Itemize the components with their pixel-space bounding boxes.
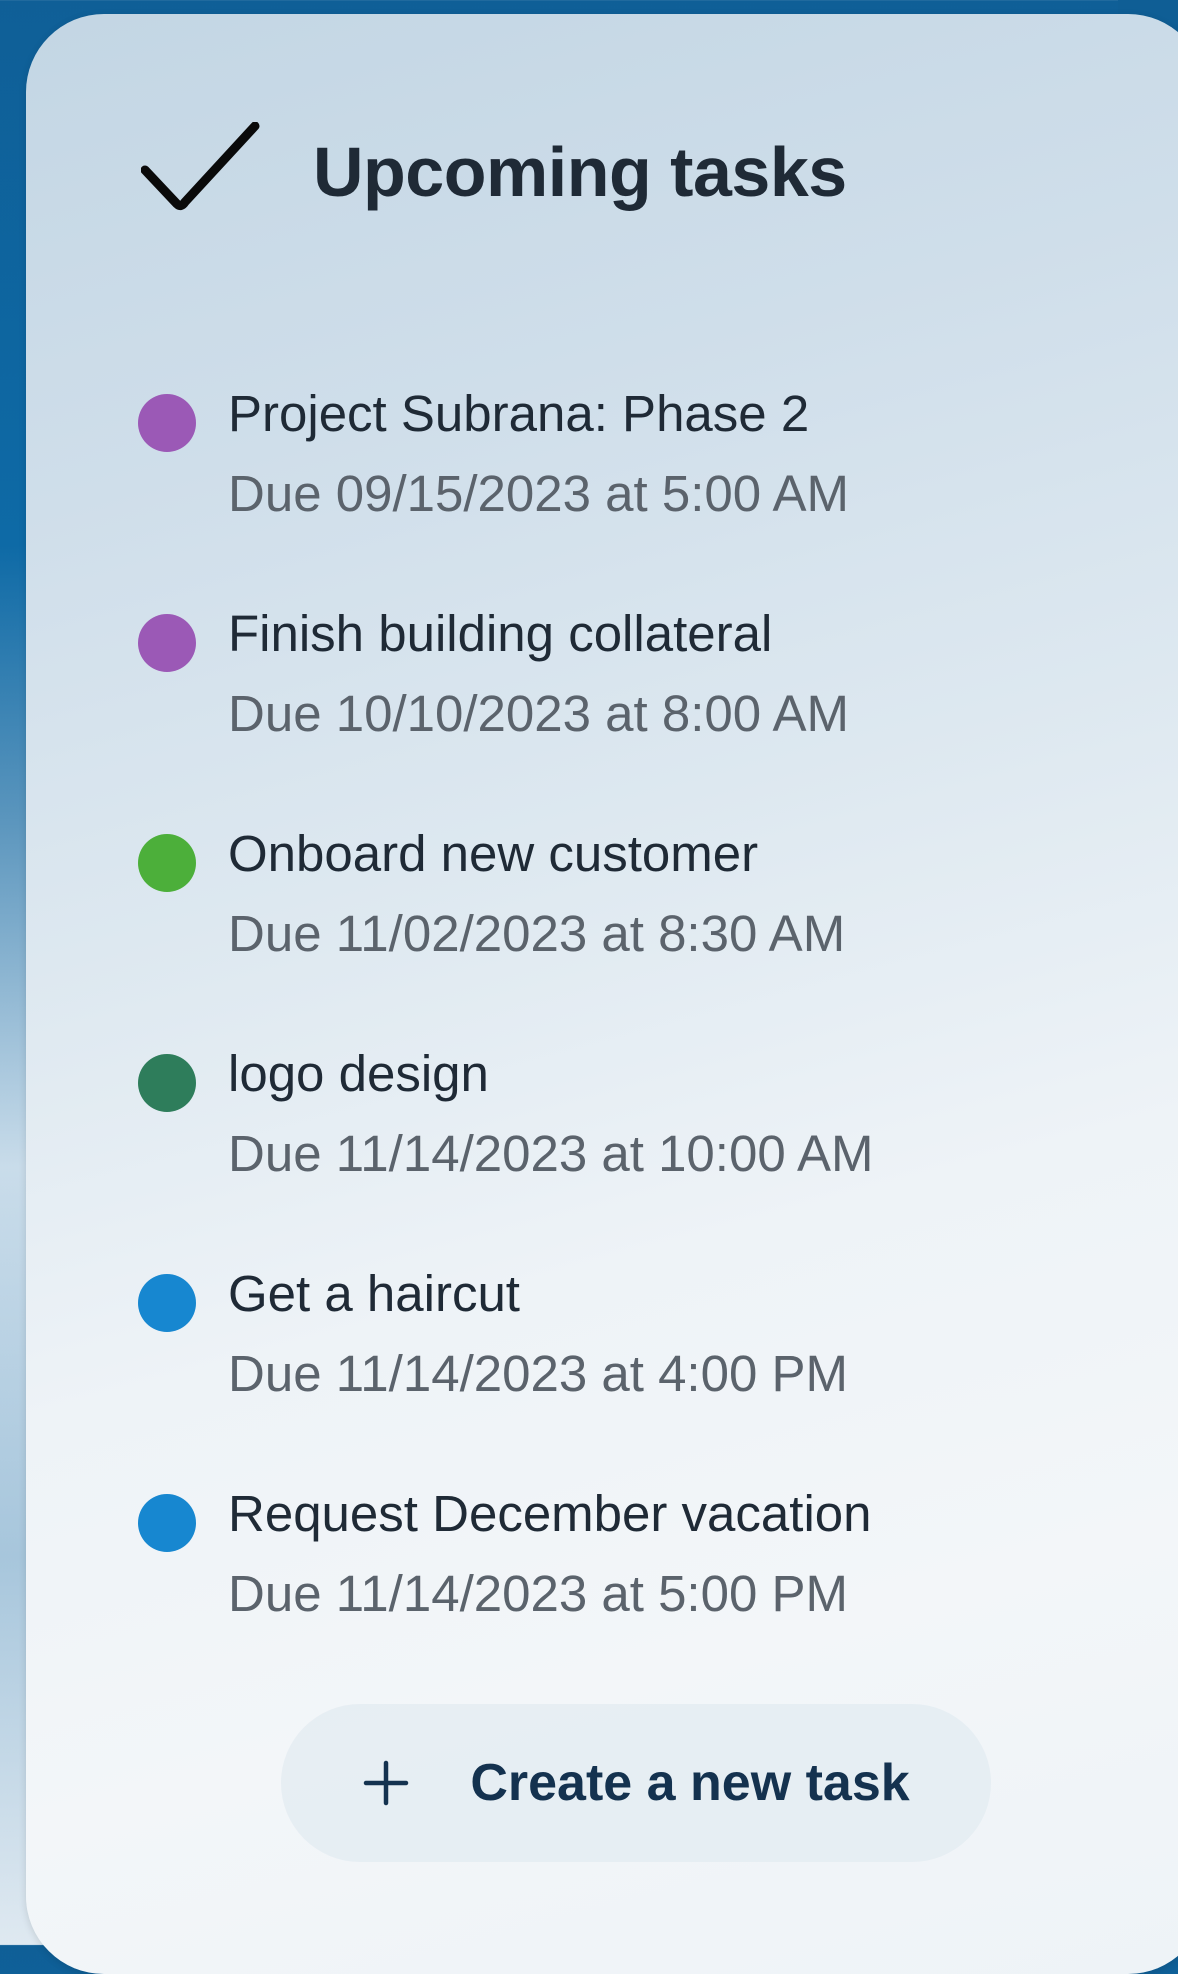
task-due-date: Due 10/10/2023 at 8:00 AM xyxy=(228,685,849,742)
task-color-dot xyxy=(138,834,196,892)
task-due-date: Due 11/14/2023 at 4:00 PM xyxy=(228,1345,848,1402)
task-item[interactable]: Finish building collateral Due 10/10/202… xyxy=(138,605,1058,826)
task-name: Onboard new customer xyxy=(228,825,759,882)
task-name: Request December vacation xyxy=(228,1485,872,1542)
task-color-dot xyxy=(138,1274,196,1332)
task-name: Finish building collateral xyxy=(228,605,773,662)
widget-title: Upcoming tasks xyxy=(313,133,847,211)
create-new-task-button[interactable]: Create a new task xyxy=(281,1704,991,1862)
task-due-date: Due 11/14/2023 at 5:00 PM xyxy=(228,1565,848,1622)
task-color-dot xyxy=(138,1494,196,1552)
task-due-date: Due 11/02/2023 at 8:30 AM xyxy=(228,905,846,962)
widget-header: Upcoming tasks xyxy=(141,122,847,222)
checkmark-icon xyxy=(141,122,260,211)
task-color-dot xyxy=(138,394,196,452)
task-name: Get a haircut xyxy=(228,1265,520,1322)
upcoming-tasks-widget: Upcoming tasks Project Subrana: Phase 2 … xyxy=(26,14,1178,1974)
task-name: logo design xyxy=(228,1045,489,1102)
task-color-dot xyxy=(138,614,196,672)
task-item[interactable]: Get a haircut Due 11/14/2023 at 4:00 PM xyxy=(138,1265,1058,1486)
create-new-task-label: Create a new task xyxy=(470,1754,910,1812)
task-item[interactable]: Project Subrana: Phase 2 Due 09/15/2023 … xyxy=(138,385,1058,606)
task-name: Project Subrana: Phase 2 xyxy=(228,385,810,442)
task-color-dot xyxy=(138,1054,196,1112)
task-due-date: Due 09/15/2023 at 5:00 AM xyxy=(228,465,849,522)
task-item[interactable]: logo design Due 11/14/2023 at 10:00 AM xyxy=(138,1045,1058,1266)
task-item[interactable]: Onboard new customer Due 11/02/2023 at 8… xyxy=(138,825,1058,1046)
task-due-date: Due 11/14/2023 at 10:00 AM xyxy=(228,1125,874,1182)
task-item[interactable]: Request December vacation Due 11/14/2023… xyxy=(138,1485,1058,1706)
task-list: Project Subrana: Phase 2 Due 09/15/2023 … xyxy=(138,385,1058,1706)
plus-icon xyxy=(364,1760,409,1806)
